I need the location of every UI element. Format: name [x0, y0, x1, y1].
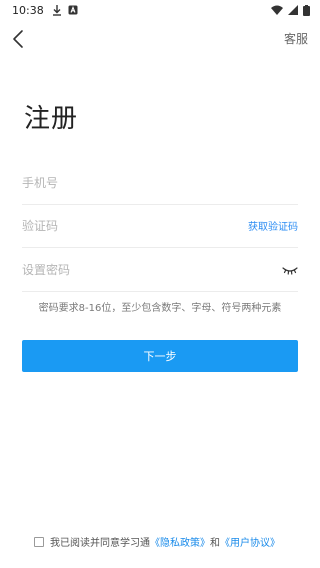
privacy-policy-link[interactable]: 《隐私政策》: [150, 534, 210, 549]
app-notification-icon: [68, 5, 78, 15]
wifi-icon: [271, 5, 283, 15]
eye-closed-icon: [282, 266, 298, 275]
password-visibility-toggle[interactable]: [282, 264, 298, 276]
register-screen: 10:38 客服 注册 手机号 验证码 获取验证码 密码要求8-16位，至少包含…: [0, 0, 320, 568]
agreement-prefix: 我已阅读并同意学习通: [50, 538, 150, 549]
notification-icons: [52, 4, 78, 16]
password-input[interactable]: [22, 262, 282, 277]
phone-field-row: [22, 161, 298, 205]
phone-input[interactable]: [22, 175, 298, 190]
get-code-button[interactable]: 获取验证码: [248, 218, 298, 233]
signal-icon: [288, 5, 298, 15]
verification-code-input[interactable]: [22, 218, 248, 233]
password-hint: 密码要求8-16位，至少包含数字、字母、符号两种元素: [38, 303, 282, 314]
customer-service-button[interactable]: 客服: [284, 30, 308, 47]
user-agreement-link[interactable]: 《用户协议》: [220, 534, 280, 549]
page-title: 注册: [24, 104, 79, 134]
chevron-left-icon: [13, 30, 23, 48]
agreement-conjunction: 和: [210, 538, 220, 549]
password-field-row: [22, 248, 298, 292]
status-right-icons: [271, 4, 310, 16]
nav-bar: 客服: [0, 24, 320, 54]
status-bar: 10:38: [0, 0, 320, 20]
battery-icon: [303, 4, 310, 16]
code-field-row: 获取验证码: [22, 204, 298, 248]
agreement-checkbox[interactable]: [34, 536, 44, 547]
download-icon: [52, 4, 61, 16]
status-time: 10:38: [12, 3, 44, 17]
next-button[interactable]: 下一步: [22, 340, 298, 372]
back-button[interactable]: [8, 28, 30, 50]
agreement-row: 我已阅读并同意学习通 《隐私政策》 和 《用户协议》: [34, 534, 280, 549]
